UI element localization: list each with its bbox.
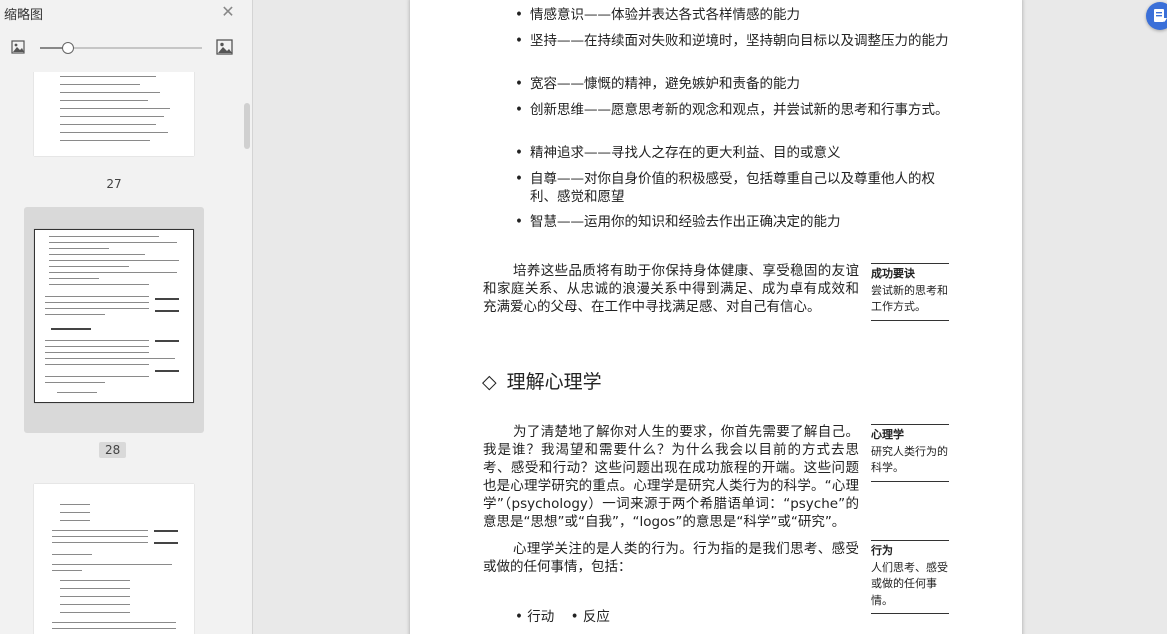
- bullet-item: • 创新思维——愿意思考新的观念和观点，并尝试新的思考和行事方式。: [515, 101, 950, 119]
- bullet-dot: •: [515, 145, 523, 161]
- document-convert-icon[interactable]: [1146, 2, 1167, 30]
- bullet-dot: •: [515, 171, 523, 187]
- document-viewer[interactable]: • 情感意识——体验并表达各式各样情感的能力 • 坚持——在持续面对失败和逆境时，坚持…: [253, 0, 1167, 634]
- section-title: 理解心理学: [506, 371, 602, 393]
- diamond-icon: ◇: [482, 371, 497, 393]
- bullet-item: • 精神追求——寻找人之存在的更大利益、目的或意义: [515, 144, 950, 162]
- thumbnail-list[interactable]: 27 28: [0, 72, 252, 634]
- bullet-dot: •: [515, 76, 523, 92]
- list-item: • 反应: [570, 609, 610, 625]
- zoom-slider-handle[interactable]: [61, 42, 74, 54]
- bullet-text: 宽容——慷慨的精神，避免嫉妒和责备的能力: [530, 76, 800, 92]
- margin-note-head: 行为: [871, 544, 893, 557]
- bullet-text: 坚持——在持续面对失败和逆境时，坚持朝向目标以及调整压力的能力: [530, 33, 949, 49]
- bullet-text: 自尊——对你自身价值的积极感受，包括尊重自己以及尊重他人的权利、感觉和愿望: [530, 171, 935, 205]
- margin-note-head: 成功要诀: [871, 267, 915, 280]
- bullet-item: • 智慧——运用你的知识和经验去作出正确决定的能力: [515, 213, 950, 231]
- margin-note-psychology: 心理学 研究人类行为的科学。: [871, 424, 949, 482]
- paragraph-psychology: 为了清楚地了解你对人生的要求，你首先需要了解自己。我是谁？我渴望和需要什么？为什…: [483, 424, 859, 530]
- margin-note-body: 尝试新的思考和工作方式。: [871, 283, 948, 314]
- bullet-text: 精神追求——寻找人之存在的更大利益、目的或意义: [530, 145, 841, 161]
- sidebar-scrollbar[interactable]: [244, 103, 250, 149]
- margin-note-success-tip: 成功要诀 尝试新的思考和工作方式。: [871, 263, 949, 321]
- bullet-text: 创新思维——愿意思考新的观念和观点，并尝试新的思考和行事方式。: [530, 102, 949, 118]
- paragraph-qualities: 培养这些品质将有助于你保持身体健康、享受稳固的友谊和家庭关系、从忠诚的浪漫关系中…: [483, 263, 859, 315]
- thumbnail-page-27[interactable]: [24, 72, 204, 166]
- margin-note-head: 心理学: [871, 428, 904, 441]
- bullet-text: 智慧——运用你的知识和经验去作出正确决定的能力: [530, 214, 841, 230]
- bullet-item: • 情感意识——体验并表达各式各样情感的能力: [515, 6, 950, 24]
- margin-note-body: 人们思考、感受或做的任何事情。: [871, 560, 948, 607]
- image-small-icon[interactable]: [11, 40, 25, 54]
- bullet-dot: •: [515, 214, 523, 230]
- thumbnail-sidebar: 缩略图 ✕ 27 28: [0, 0, 253, 634]
- bullet-dot: •: [515, 7, 523, 23]
- thumbnail-page-29[interactable]: [24, 476, 204, 634]
- paragraph-behavior: 心理学关注的是人类的行为。行为指的是我们思考、感受或做的任何事情，包括：: [483, 541, 859, 575]
- document-page: • 情感意识——体验并表达各式各样情感的能力 • 坚持——在持续面对失败和逆境时，坚持…: [410, 0, 1022, 634]
- close-icon[interactable]: ✕: [220, 4, 236, 20]
- thumbnail-image: [34, 72, 194, 156]
- page-number-label: 27: [106, 177, 122, 191]
- bullet-item: • 自尊——对你自身价值的积极感受，包括尊重自己以及尊重他人的权利、感觉和愿望: [515, 170, 950, 206]
- margin-note-body: 研究人类行为的科学。: [871, 444, 948, 475]
- bullet-item: • 坚持——在持续面对失败和逆境时，坚持朝向目标以及调整压力的能力: [515, 32, 950, 50]
- bullet-text: 情感意识——体验并表达各式各样情感的能力: [530, 7, 800, 23]
- zoom-slider[interactable]: [40, 42, 202, 54]
- image-large-icon[interactable]: [216, 39, 233, 55]
- bullet-dot: •: [515, 33, 523, 49]
- thumbnail-image: [34, 229, 194, 403]
- bullet-item: • 宽容——慷慨的精神，避免嫉妒和责备的能力: [515, 75, 950, 93]
- sidebar-title: 缩略图: [4, 8, 44, 23]
- thumbnail-image: [34, 484, 194, 634]
- bottom-bullet-row: • 行动 • 反应: [515, 605, 622, 625]
- list-item: • 行动: [515, 609, 555, 625]
- bullet-dot: •: [515, 102, 523, 118]
- page-number-label: 28: [99, 442, 127, 458]
- section-heading: ◇ 理解心理学: [482, 367, 602, 394]
- thumbnail-page-28[interactable]: [24, 207, 204, 433]
- margin-note-behavior: 行为 人们思考、感受或做的任何事情。: [871, 540, 949, 614]
